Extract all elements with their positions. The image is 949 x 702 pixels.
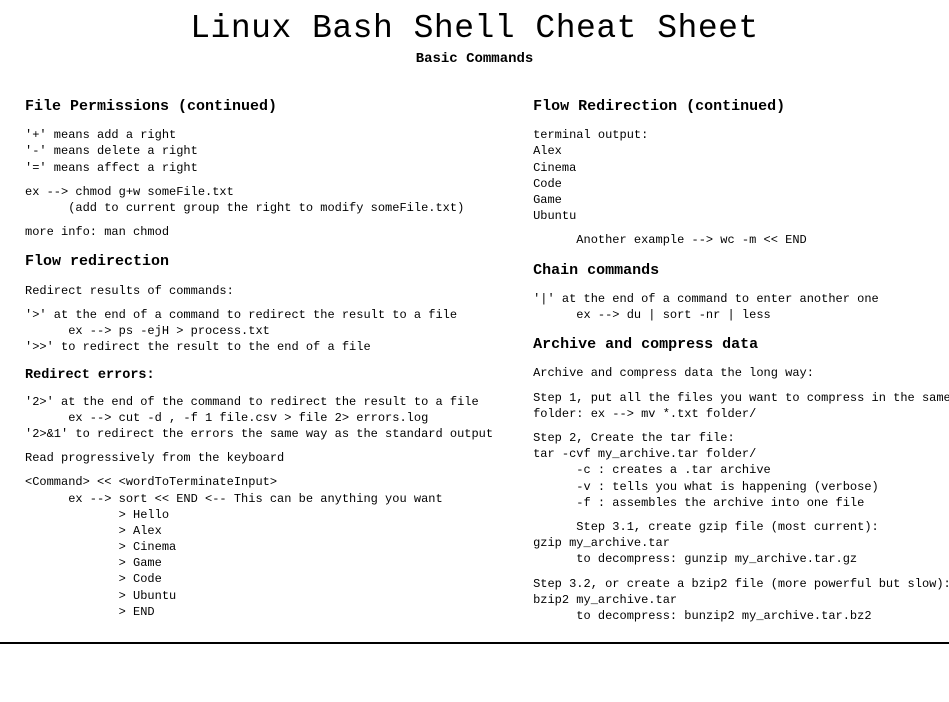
- redirect-errors-body: '2>' at the end of the command to redire…: [25, 394, 493, 443]
- subsection-redirect-errors: Redirect errors:: [25, 367, 493, 385]
- redirect-results-intro: Redirect results of commands:: [25, 283, 493, 299]
- archive-step2: Step 2, Create the tar file: tar -cvf my…: [533, 430, 949, 511]
- archive-step32: Step 3.2, or create a bzip2 file (more p…: [533, 576, 949, 625]
- columns: File Permissions (continued) '+' means a…: [25, 85, 924, 632]
- archive-step1: Step 1, put all the files you want to co…: [533, 390, 949, 422]
- archive-step31: Step 3.1, create gzip file (most current…: [533, 519, 949, 568]
- archive-intro: Archive and compress data the long way:: [533, 365, 949, 381]
- right-column: Flow Redirection (continued) terminal ou…: [533, 85, 949, 632]
- page-subtitle: Basic Commands: [25, 51, 924, 67]
- terminal-output: terminal output: Alex Cinema Code Game U…: [533, 127, 949, 224]
- section-archive-compress: Archive and compress data: [533, 335, 949, 355]
- page: Linux Bash Shell Cheat Sheet Basic Comma…: [0, 0, 949, 632]
- read-keyboard-example: <Command> << <wordToTerminateInput> ex -…: [25, 474, 493, 620]
- file-permissions-symbols: '+' means add a right '-' means delete a…: [25, 127, 493, 176]
- section-chain-commands: Chain commands: [533, 261, 949, 281]
- section-file-permissions: File Permissions (continued): [25, 97, 493, 117]
- redirect-results-body: '>' at the end of a command to redirect …: [25, 307, 493, 356]
- file-permissions-more-info: more info: man chmod: [25, 224, 493, 240]
- section-flow-redirection-cont: Flow Redirection (continued): [533, 97, 949, 117]
- section-flow-redirection: Flow redirection: [25, 252, 493, 272]
- file-permissions-example: ex --> chmod g+w someFile.txt (add to cu…: [25, 184, 493, 216]
- footer-divider: [0, 642, 949, 644]
- page-title: Linux Bash Shell Cheat Sheet: [25, 10, 924, 47]
- read-keyboard-intro: Read progressively from the keyboard: [25, 450, 493, 466]
- chain-commands-body: '|' at the end of a command to enter ano…: [533, 291, 949, 323]
- another-example: Another example --> wc -m << END: [533, 232, 949, 248]
- left-column: File Permissions (continued) '+' means a…: [25, 85, 493, 632]
